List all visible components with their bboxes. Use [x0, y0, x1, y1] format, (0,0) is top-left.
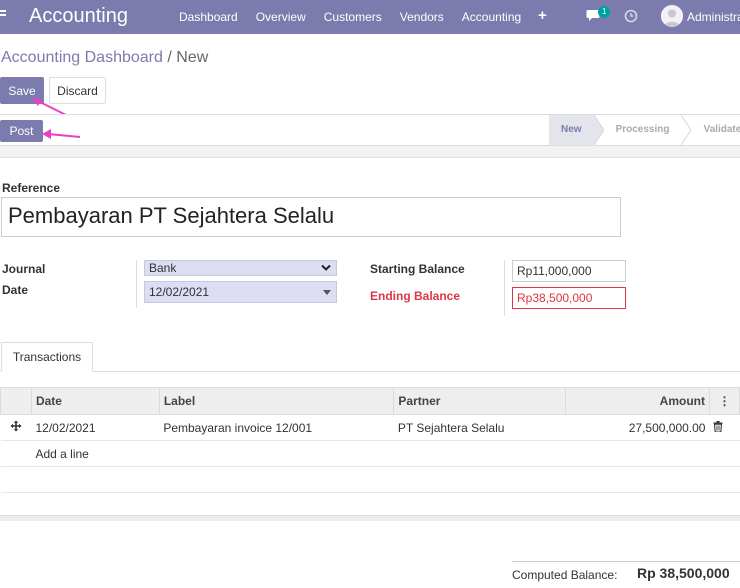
dropdown-caret-icon — [323, 290, 331, 295]
transactions-table: Date Label Partner Amount ⋮ 12/02/2021 P… — [0, 387, 740, 519]
starting-balance-label: Starting Balance — [370, 262, 465, 276]
statusbar: Post New Processing Validated — [0, 114, 740, 146]
breadcrumb-parent[interactable]: Accounting Dashboard — [1, 49, 163, 66]
reference-input[interactable]: Pembayaran PT Sejahtera Selalu — [1, 197, 621, 237]
menu-item-customers[interactable]: Customers — [315, 10, 391, 24]
column-label[interactable]: Label — [158, 387, 395, 415]
menu-item-vendors[interactable]: Vendors — [391, 10, 453, 24]
sheet-background — [0, 146, 740, 158]
table-row[interactable]: 12/02/2021 Pembayaran invoice 12/001 PT … — [0, 414, 740, 441]
stage-separator — [593, 115, 604, 145]
tab-border — [0, 371, 740, 372]
column-options-icon[interactable]: ⋮ — [708, 387, 740, 415]
field-divider — [136, 260, 137, 308]
column-date[interactable]: Date — [30, 387, 160, 415]
breadcrumb: Accounting Dashboard / New — [1, 49, 208, 67]
add-line-link[interactable]: Add a line — [31, 440, 740, 467]
table-header-row: Date Label Partner Amount ⋮ — [0, 387, 740, 415]
column-amount[interactable]: Amount — [565, 387, 710, 415]
apps-menu-icon[interactable] — [0, 10, 8, 22]
empty-row — [0, 466, 740, 493]
ending-balance-input[interactable]: Rp38,500,000 — [512, 287, 626, 309]
drag-handle-icon[interactable] — [0, 414, 32, 441]
cell-amount[interactable]: 27,500,000.00 — [565, 414, 710, 441]
date-label: Date — [2, 283, 29, 297]
empty-cell — [0, 466, 740, 493]
chat-badge: 1 — [598, 6, 611, 18]
clock-icon[interactable] — [624, 9, 638, 23]
stage-validated[interactable]: Validated — [691, 115, 740, 145]
breadcrumb-current: New — [176, 49, 209, 66]
app-brand[interactable]: Accounting — [29, 5, 128, 28]
computed-balance-label: Computed Balance: — [512, 568, 618, 582]
menu-item-overview[interactable]: Overview — [247, 10, 315, 24]
post-button[interactable]: Post — [0, 120, 43, 142]
ending-balance-label: Ending Balance — [370, 289, 461, 303]
column-handle — [0, 387, 32, 415]
starting-balance-input[interactable]: Rp11,000,000 — [512, 260, 626, 282]
menu-item-accounting[interactable]: Accounting — [453, 10, 530, 24]
menu-item-dashboard[interactable]: Dashboard — [170, 10, 247, 24]
table-footer — [0, 515, 740, 521]
plus-icon[interactable]: + — [538, 7, 547, 24]
add-line-row: Add a line — [0, 440, 740, 467]
empty-cell — [0, 440, 32, 467]
trash-icon[interactable] — [709, 414, 740, 441]
tab-transactions[interactable]: Transactions — [1, 342, 93, 372]
main-menu: Dashboard Overview Customers Vendors Acc… — [170, 0, 530, 34]
user-name[interactable]: Administrator — [687, 10, 740, 24]
annotation-arrow-post — [42, 129, 81, 139]
journal-value: Bank — [149, 261, 177, 275]
stage-separator — [681, 115, 692, 145]
cell-date[interactable]: 12/02/2021 — [31, 414, 160, 441]
journal-label: Journal — [2, 262, 46, 276]
date-input[interactable]: 12/02/2021 — [144, 281, 337, 303]
avatar-icon[interactable] — [661, 5, 683, 27]
computed-balance-value: Rp 38,500,000 — [637, 565, 730, 581]
stage-processing[interactable]: Processing — [604, 115, 682, 145]
computed-divider — [512, 561, 740, 562]
cell-partner[interactable]: PT Sejahtera Selalu — [393, 414, 566, 441]
dropdown-caret-icon — [321, 264, 331, 271]
date-value: 12/02/2021 — [149, 285, 210, 299]
top-navbar: Accounting Dashboard Overview Customers … — [0, 0, 740, 34]
column-partner[interactable]: Partner — [393, 387, 567, 415]
stage-new[interactable]: New — [549, 115, 594, 145]
journal-select[interactable]: Bank — [144, 260, 337, 276]
status-stages: New Processing Validated — [549, 115, 740, 145]
cell-label[interactable]: Pembayaran invoice 12/001 — [159, 414, 394, 441]
breadcrumb-separator: / — [162, 49, 177, 66]
field-divider — [504, 260, 505, 316]
reference-label: Reference — [2, 181, 61, 195]
